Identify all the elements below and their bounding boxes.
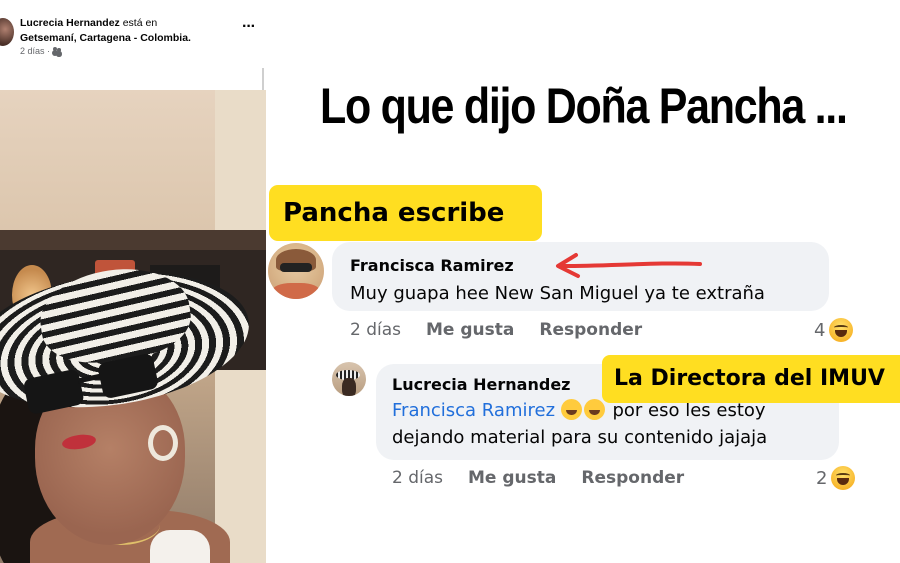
reaction-count: 2 xyxy=(816,467,828,489)
mention-link[interactable]: Francisca Ramirez xyxy=(392,400,555,421)
reply-avatar[interactable] xyxy=(332,362,366,396)
photo-top-strap xyxy=(150,530,210,563)
reply-button[interactable]: Responder xyxy=(539,320,642,340)
facebook-post: Lucrecia Hernandez está en Getsemaní, Ca… xyxy=(0,0,268,563)
post-checkin-connector: está en xyxy=(122,17,158,29)
reply-time[interactable]: 2 días xyxy=(392,468,443,488)
comment-text: Muy guapa hee New San Miguel ya te extra… xyxy=(350,283,765,304)
haha-icon xyxy=(829,318,854,342)
comment-actions: 2 días Me gusta Responder xyxy=(350,320,667,340)
rofl-icon xyxy=(583,399,605,420)
comment-author[interactable]: Francisca Ramirez xyxy=(350,256,514,275)
comment-avatar[interactable] xyxy=(268,243,324,299)
post-author-avatar[interactable] xyxy=(0,18,14,46)
haha-icon xyxy=(831,466,856,490)
post-author-name[interactable]: Lucrecia Hernandez xyxy=(20,17,120,29)
comment-time[interactable]: 2 días xyxy=(350,320,401,340)
photo-earring xyxy=(148,425,178,461)
red-arrow-icon xyxy=(556,253,702,278)
rofl-icon xyxy=(560,399,582,420)
like-button[interactable]: Me gusta xyxy=(426,320,514,340)
reply-author[interactable]: Lucrecia Hernandez xyxy=(392,375,570,394)
reaction-summary[interactable]: 2 xyxy=(816,466,856,490)
reply-actions: 2 días Me gusta Responder xyxy=(392,468,709,488)
more-icon[interactable]: ··· xyxy=(242,19,256,35)
reply-text-block: Francisca Ramirez por eso les estoy deja… xyxy=(392,397,832,451)
post-meta: 2 días · xyxy=(20,46,62,56)
photo-shelf xyxy=(0,230,266,250)
pancha-tag: Pancha escribe xyxy=(269,185,542,241)
reaction-summary[interactable]: 4 xyxy=(814,318,854,342)
avatar-sunglasses xyxy=(280,263,312,272)
reaction-count: 4 xyxy=(814,319,826,341)
reply-button[interactable]: Responder xyxy=(581,468,684,488)
post-photo[interactable] xyxy=(0,90,266,563)
friends-icon xyxy=(53,47,62,55)
post-header: Lucrecia Hernandez está en Getsemaní, Ca… xyxy=(20,16,235,46)
avatar-body xyxy=(272,283,320,299)
post-location[interactable]: Getsemaní, Cartagena - Colombia. xyxy=(20,32,191,44)
post-time[interactable]: 2 días · xyxy=(20,46,50,56)
avatar-figure xyxy=(342,378,356,396)
headline: Lo que dijo Doña Pancha ... xyxy=(320,78,848,134)
like-button[interactable]: Me gusta xyxy=(468,468,556,488)
directora-tag: La Directora del IMUV xyxy=(602,355,900,403)
